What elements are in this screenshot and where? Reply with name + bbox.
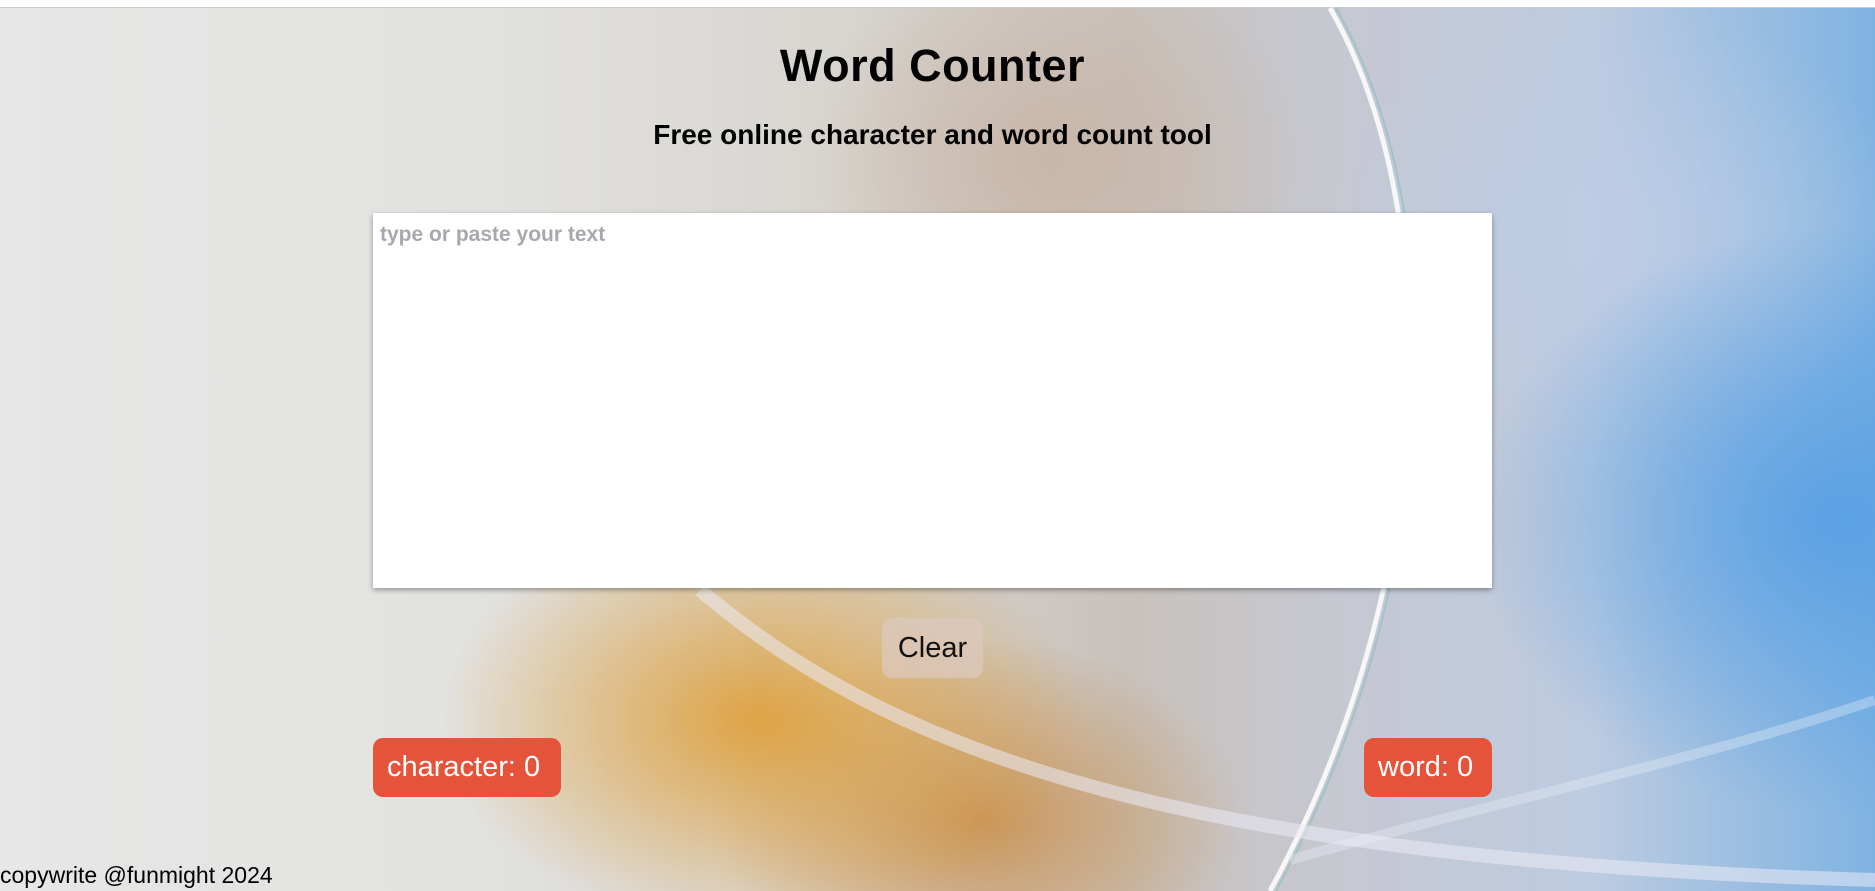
word-count-label: word:	[1378, 751, 1457, 783]
character-count-label: character:	[387, 751, 524, 783]
footer-copyright: copywrite @funmight 2024	[0, 862, 273, 888]
page-subtitle: Free online character and word count too…	[653, 119, 1212, 150]
page-title: Word Counter	[779, 40, 1086, 91]
clear-button[interactable]: Clear	[882, 618, 983, 678]
word-count-value: 0	[1456, 751, 1474, 783]
page: { "header": { "title": "Word Counter", "…	[0, 0, 1875, 891]
text-input[interactable]	[373, 213, 1492, 588]
character-count-value: 0	[524, 751, 541, 783]
character-count-badge: character: 0	[373, 738, 561, 797]
word-count-badge: word: 0	[1364, 738, 1492, 797]
browser-top-edge	[0, 0, 1875, 8]
